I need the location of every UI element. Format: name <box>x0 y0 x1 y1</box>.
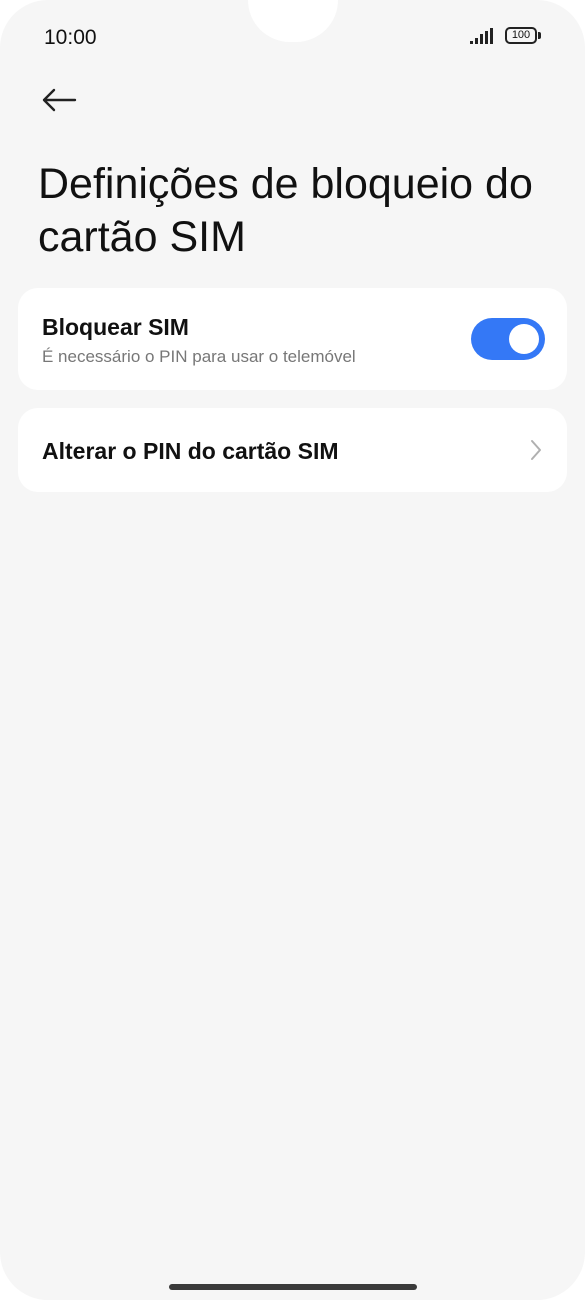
sim-lock-setting[interactable]: Bloquear SIM É necessário o PIN para usa… <box>18 288 567 390</box>
back-button[interactable] <box>36 80 82 120</box>
sim-lock-toggle[interactable] <box>471 318 545 360</box>
change-pin-title: Alterar o PIN do cartão SIM <box>42 438 339 464</box>
status-bar: 10:00 100 <box>0 0 585 70</box>
battery-level: 100 <box>511 29 531 41</box>
home-indicator[interactable] <box>169 1284 417 1290</box>
arrow-left-icon <box>42 88 77 112</box>
change-pin-setting[interactable]: Alterar o PIN do cartão SIM <box>18 408 567 492</box>
phone-screen: 10:00 100 Definições de bloqueio do cart… <box>0 0 585 1300</box>
sim-lock-title: Bloquear SIM <box>42 314 189 340</box>
signal-bars-icon <box>470 28 493 44</box>
battery-cap <box>538 32 541 39</box>
chevron-right-icon <box>531 440 541 460</box>
battery-icon: 100 <box>505 27 537 44</box>
status-time: 10:00 <box>44 26 97 49</box>
sim-lock-subtitle: É necessário o PIN para usar o telemóvel <box>42 347 356 366</box>
toggle-knob <box>509 324 539 354</box>
page-title: Definições de bloqueio do cartão SIM <box>38 160 533 261</box>
